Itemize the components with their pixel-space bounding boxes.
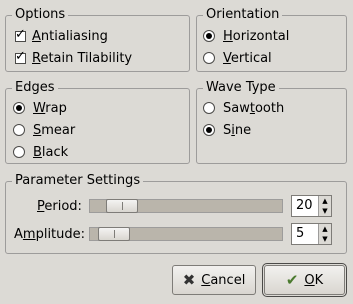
smear-radio[interactable]: Smear bbox=[13, 121, 75, 139]
smear-label: Smear bbox=[33, 122, 76, 138]
orientation-title: Orientation bbox=[203, 7, 283, 23]
sine-radio-dot[interactable] bbox=[203, 124, 215, 136]
sine-radio[interactable]: Sine bbox=[203, 121, 251, 139]
antialiasing-checkbox[interactable]: ✓ Antialiasing bbox=[15, 27, 108, 45]
cancel-button[interactable]: ✖ Cancel bbox=[172, 265, 256, 295]
sawtooth-radio-dot[interactable] bbox=[203, 102, 215, 114]
horizontal-radio-dot[interactable] bbox=[203, 30, 215, 42]
spin-up-icon[interactable]: ▲ bbox=[319, 196, 331, 206]
smear-radio-dot[interactable] bbox=[13, 124, 25, 136]
amplitude-value[interactable]: 5 bbox=[292, 224, 318, 244]
wrap-radio-dot[interactable] bbox=[13, 102, 25, 114]
check-mark-icon: ✓ bbox=[15, 48, 26, 64]
cancel-label: Cancel bbox=[201, 272, 246, 288]
spin-up-icon[interactable]: ▲ bbox=[319, 224, 331, 234]
horizontal-label: Horizontal bbox=[223, 28, 290, 44]
check-mark-icon: ✓ bbox=[15, 26, 26, 42]
vertical-label: Vertical bbox=[223, 50, 272, 66]
period-spin-arrows[interactable]: ▲ ▼ bbox=[318, 196, 331, 216]
cancel-x-icon: ✖ bbox=[182, 271, 196, 289]
amplitude-slider-thumb[interactable] bbox=[98, 227, 130, 241]
wave-type-title: Wave Type bbox=[203, 80, 279, 96]
antialiasing-label: Antialiasing bbox=[32, 28, 108, 44]
vertical-radio-dot[interactable] bbox=[203, 52, 215, 64]
black-radio-dot[interactable] bbox=[13, 146, 25, 158]
parameter-settings-title: Parameter Settings bbox=[12, 173, 144, 189]
antialiasing-checkbox-box[interactable]: ✓ bbox=[15, 26, 26, 42]
edges-title: Edges bbox=[12, 80, 58, 96]
ok-button[interactable]: ✔ OK bbox=[262, 263, 347, 297]
black-radio[interactable]: Black bbox=[13, 143, 68, 161]
ok-label: OK bbox=[304, 272, 324, 288]
period-label: Period: bbox=[37, 199, 82, 214]
amplitude-slider[interactable] bbox=[89, 227, 283, 241]
wrap-radio[interactable]: Wrap bbox=[13, 99, 67, 117]
sawtooth-radio[interactable]: Sawtooth bbox=[203, 99, 284, 117]
amplitude-spin-arrows[interactable]: ▲ ▼ bbox=[318, 224, 331, 244]
period-slider[interactable] bbox=[89, 199, 283, 213]
options-title: Options bbox=[12, 7, 69, 23]
vertical-radio[interactable]: Vertical bbox=[203, 49, 272, 67]
sawtooth-label: Sawtooth bbox=[223, 100, 285, 116]
period-spinbutton[interactable]: 20 ▲ ▼ bbox=[291, 195, 332, 217]
period-value[interactable]: 20 bbox=[292, 196, 318, 216]
horizontal-radio[interactable]: Horizontal bbox=[203, 27, 289, 45]
retain-tilability-checkbox-box[interactable]: ✓ bbox=[15, 48, 26, 64]
black-label: Black bbox=[33, 144, 69, 160]
spin-down-icon[interactable]: ▼ bbox=[319, 206, 331, 216]
retain-tilability-checkbox[interactable]: ✓ Retain Tilability bbox=[15, 49, 132, 67]
wrap-label: Wrap bbox=[33, 100, 67, 116]
amplitude-spinbutton[interactable]: 5 ▲ ▼ bbox=[291, 223, 332, 245]
retain-tilability-label: Retain Tilability bbox=[32, 50, 133, 66]
ok-check-icon: ✔ bbox=[285, 271, 299, 289]
amplitude-label: Amplitude: bbox=[14, 227, 86, 242]
period-slider-thumb[interactable] bbox=[106, 199, 138, 213]
spin-down-icon[interactable]: ▼ bbox=[319, 234, 331, 244]
sine-label: Sine bbox=[223, 122, 252, 138]
